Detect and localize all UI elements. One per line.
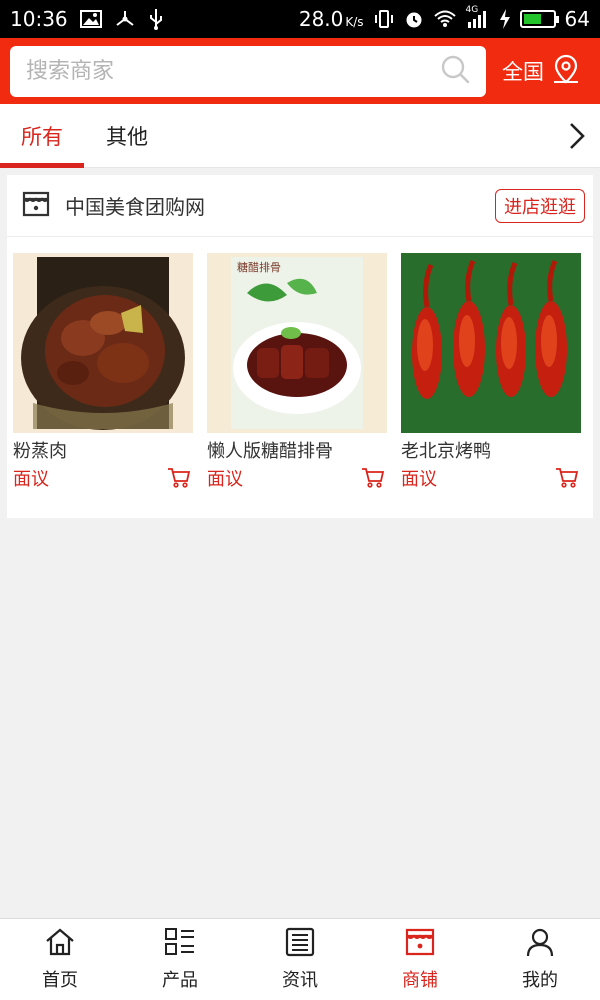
nav-stores[interactable]: 商铺 [360, 919, 480, 1000]
category-tabs: 所有 其他 [0, 104, 600, 168]
location-pin-icon [552, 54, 580, 89]
store-card: 中国美食团购网 进店逛逛 粉蒸肉 面议 糖醋排骨 懒人版糖醋排骨 面议 老北京烤… [7, 175, 593, 518]
visit-store-button[interactable]: 进店逛逛 [495, 188, 585, 223]
product-item[interactable]: 糖醋排骨 懒人版糖醋排骨 面议 [207, 253, 387, 493]
store-icon [404, 927, 436, 962]
product-item[interactable]: 粉蒸肉 面议 [13, 253, 193, 493]
product-price: 面议 [13, 469, 49, 490]
store-icon [21, 189, 51, 223]
vibrate-icon [373, 9, 395, 29]
status-bar: 10:36 28.0 K/s 4G 64 [0, 0, 600, 38]
image-caption: 糖醋排骨 [237, 261, 281, 274]
nav-products-label: 产品 [162, 970, 198, 991]
nav-home-label: 首页 [42, 970, 78, 991]
product-image-tangcupaigu[interactable]: 糖醋排骨 [207, 253, 387, 433]
chevron-right-icon[interactable] [554, 104, 600, 168]
product-image-kaoya[interactable] [401, 253, 581, 433]
search-icon[interactable] [440, 54, 470, 88]
nav-products[interactable]: 产品 [120, 919, 240, 1000]
charging-icon [499, 9, 511, 29]
home-icon [44, 927, 76, 962]
wifi-icon [433, 10, 457, 28]
product-name[interactable]: 懒人版糖醋排骨 [207, 437, 387, 463]
usb-icon [148, 8, 164, 30]
battery-level: 64 [564, 7, 590, 31]
product-price: 面议 [401, 469, 437, 490]
status-time: 10:36 [10, 7, 68, 31]
tab-all-label: 所有 [21, 124, 63, 149]
product-name[interactable]: 粉蒸肉 [13, 437, 193, 463]
cart-icon[interactable] [555, 467, 579, 489]
news-icon [285, 927, 315, 962]
nav-mine[interactable]: 我的 [480, 919, 600, 1000]
signal-icon: 4G [466, 5, 490, 28]
search-input[interactable] [26, 58, 440, 84]
nav-home[interactable]: 首页 [0, 919, 120, 1000]
network-speed: 28.0 [298, 7, 344, 31]
network-type: 4G [465, 5, 479, 15]
user-icon [525, 927, 555, 962]
tab-other[interactable]: 其他 [84, 104, 170, 168]
nav-news[interactable]: 资讯 [240, 919, 360, 1000]
product-price: 面议 [207, 469, 243, 490]
nav-mine-label: 我的 [522, 970, 558, 991]
image-icon [79, 10, 102, 28]
speed-unit: K/s [345, 15, 364, 29]
region-label: 全国 [502, 60, 544, 84]
cart-icon[interactable] [167, 467, 191, 489]
grid-list-icon [164, 927, 196, 962]
product-item[interactable]: 老北京烤鸭 面议 [401, 253, 581, 493]
product-image-fenzhengrou[interactable] [13, 253, 193, 433]
bottom-navigation: 首页 产品 资讯 商铺 我的 [0, 918, 600, 1000]
cart-icon[interactable] [361, 467, 385, 489]
product-list: 粉蒸肉 面议 糖醋排骨 懒人版糖醋排骨 面议 老北京烤鸭 面议 [7, 237, 593, 493]
nav-stores-label: 商铺 [402, 970, 438, 991]
region-selector[interactable]: 全国 [502, 54, 580, 89]
share-icon [114, 9, 136, 29]
search-box[interactable] [10, 45, 486, 97]
search-header: 全国 [0, 38, 600, 104]
store-name: 中国美食团购网 [65, 195, 205, 219]
store-header: 中国美食团购网 进店逛逛 [7, 175, 593, 237]
nav-news-label: 资讯 [282, 970, 318, 991]
product-name[interactable]: 老北京烤鸭 [401, 437, 581, 463]
battery-icon [519, 10, 559, 28]
alarm-icon [404, 9, 424, 29]
tab-all[interactable]: 所有 [0, 104, 84, 168]
tab-other-label: 其他 [106, 124, 148, 149]
